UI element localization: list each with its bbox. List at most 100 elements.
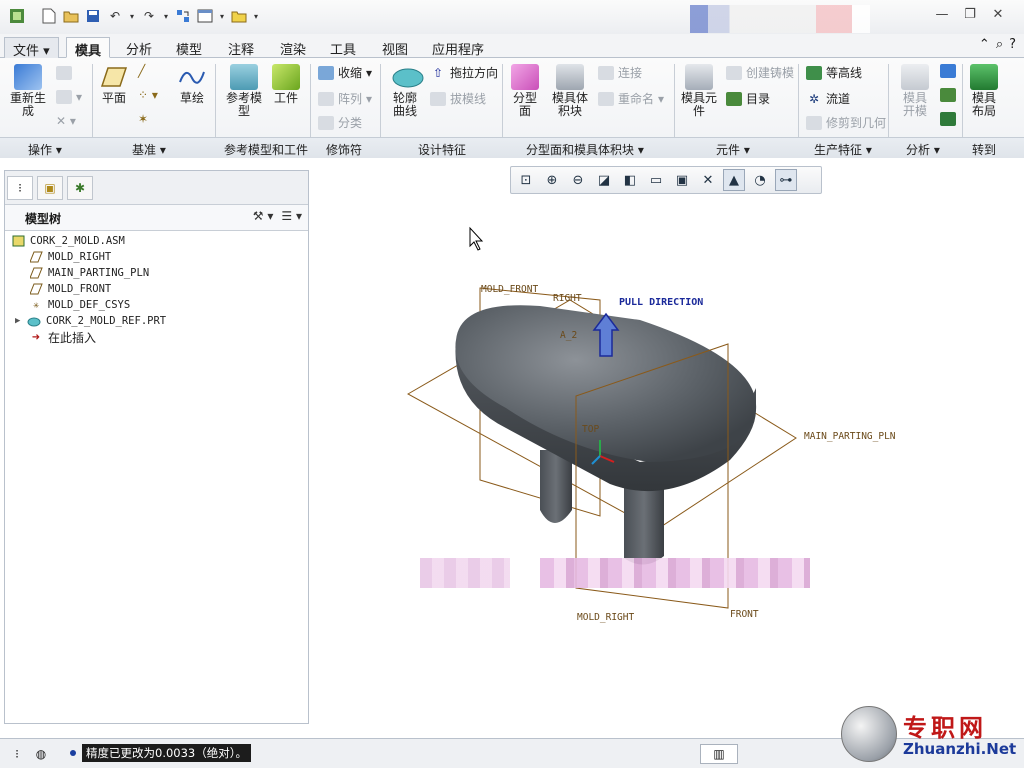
tab-mold[interactable]: 模具: [66, 37, 111, 59]
sketch-button[interactable]: 草绘: [176, 64, 208, 105]
paste-icon[interactable]: ▾: [56, 90, 82, 104]
window-icon[interactable]: [196, 7, 214, 25]
more-icon[interactable]: ▾: [252, 7, 260, 25]
group-operations[interactable]: 操作 ▾: [28, 141, 62, 158]
waterline-button[interactable]: 等高线: [806, 64, 862, 81]
tab-render[interactable]: 渲染: [272, 37, 314, 58]
redo-dropdown-icon[interactable]: ▾: [162, 7, 170, 25]
axis-icon[interactable]: ╱: [138, 64, 145, 78]
mold-open-label: 模具 开模: [902, 91, 927, 118]
tab-view[interactable]: 视图: [374, 37, 416, 58]
label-a2: A_2: [560, 330, 577, 341]
group-datum[interactable]: 基准 ▾: [132, 141, 166, 158]
shrink-icon: [318, 65, 334, 80]
parting-surface-label: 分型 面: [512, 91, 537, 118]
tree-item-mold-def-csys[interactable]: ✳ MOLD_DEF_CSYS: [29, 297, 130, 313]
sketch-icon: [178, 64, 206, 90]
model-tree-tab[interactable]: ⁝: [7, 176, 33, 200]
parting-surface-button[interactable]: 分型 面: [508, 64, 542, 118]
group-production[interactable]: 生产特征 ▾: [814, 141, 872, 158]
group-operations-label: 操作: [28, 143, 53, 157]
pull-direction-button[interactable]: ⇧ 拖拉方向: [430, 64, 498, 81]
pattern-button[interactable]: 阵列 ▾: [318, 90, 372, 107]
draft-check-icon[interactable]: [940, 64, 956, 78]
connect-button[interactable]: 连接: [598, 64, 642, 81]
group-components[interactable]: 元件 ▾: [716, 141, 750, 158]
regenerate-icon[interactable]: [174, 7, 192, 25]
classify-icon: [318, 115, 334, 130]
mold-open-button[interactable]: 模具 开模: [898, 64, 932, 118]
app-icon[interactable]: [8, 7, 26, 25]
draft-line-button[interactable]: 拔模线: [430, 90, 486, 107]
delete-icon[interactable]: ✕ ▾: [56, 114, 76, 128]
maximize-icon[interactable]: ❐: [956, 7, 984, 22]
group-parting[interactable]: 分型面和模具体积块 ▾: [526, 141, 644, 158]
regenerate-button[interactable]: 重新生 成: [8, 64, 48, 118]
tab-model[interactable]: 模型: [168, 37, 210, 58]
tab-applications[interactable]: 应用程序: [424, 37, 492, 58]
classify-button[interactable]: 分类: [318, 114, 362, 131]
projected-area-icon[interactable]: [940, 112, 956, 126]
trim-to-geometry-button[interactable]: 修剪到几何: [806, 114, 886, 131]
status-message: 精度已更改为0.0033（绝对）。: [70, 743, 251, 763]
settings-icon[interactable]: ⚒ ▾: [253, 209, 274, 223]
info-bullet-icon: [70, 750, 76, 756]
silhouette-curve-button[interactable]: 轮廓 曲线: [386, 64, 424, 118]
folder-icon[interactable]: [230, 7, 248, 25]
reference-model-button[interactable]: 参考模 型: [222, 64, 266, 118]
favorites-tab[interactable]: ✱: [67, 176, 93, 200]
folder-icon: ▣: [44, 181, 56, 195]
workpiece-button[interactable]: 工件: [270, 64, 302, 105]
show-icon[interactable]: ☰ ▾: [281, 209, 302, 223]
tab-file[interactable]: 文件 ▾: [4, 37, 59, 59]
selection-filter-button[interactable]: ▥: [700, 744, 738, 764]
rename-button[interactable]: 重命名 ▾: [598, 90, 664, 107]
mold-component-button[interactable]: 模具元 件: [678, 64, 720, 118]
mold-open-icon: [901, 64, 929, 90]
point-icon[interactable]: ⁘ ▾: [138, 88, 158, 102]
collapse-ribbon-icon[interactable]: ⌃: [979, 37, 990, 52]
tab-annotate[interactable]: 注释: [220, 37, 262, 58]
undo-icon[interactable]: ↶: [106, 7, 124, 25]
tree-item-insert-here[interactable]: ➜ 在此插入: [29, 329, 96, 345]
create-casting-button[interactable]: 创建铸模: [726, 64, 794, 81]
help-icon[interactable]: ?: [1009, 37, 1016, 52]
plane-button[interactable]: 平面: [98, 64, 130, 105]
tree-item-assembly[interactable]: CORK_2_MOLD.ASM: [11, 233, 125, 249]
tab-tools[interactable]: 工具: [322, 37, 364, 58]
window-dropdown-icon[interactable]: ▾: [218, 7, 226, 25]
tree-item-mold-front[interactable]: MOLD_FRONT: [29, 281, 111, 297]
catalog-button[interactable]: 目录: [726, 90, 770, 107]
thickness-icon[interactable]: [940, 88, 956, 102]
tree-toggle-icon[interactable]: ⁝: [8, 745, 26, 763]
regenerate-label: 重新生 成: [9, 91, 46, 118]
csys-icon[interactable]: ✶: [138, 112, 148, 126]
copy-icon[interactable]: [56, 66, 72, 80]
redo-icon[interactable]: ↷: [140, 7, 158, 25]
search-icon[interactable]: ⌕: [996, 37, 1003, 52]
undo-dropdown-icon[interactable]: ▾: [128, 7, 136, 25]
browser-toggle-icon[interactable]: ◍: [32, 745, 50, 763]
expand-icon[interactable]: ▶: [15, 316, 27, 326]
mold-volume-button[interactable]: 模具体 积块: [548, 64, 592, 118]
shrink-button[interactable]: 收缩 ▾: [318, 64, 372, 81]
group-analysis[interactable]: 分析 ▾: [906, 141, 940, 158]
folder-browser-tab[interactable]: ▣: [37, 176, 63, 200]
open-icon[interactable]: [62, 7, 80, 25]
group-analysis-label: 分析: [906, 143, 931, 157]
group-cosmetic: 修饰符: [326, 143, 363, 157]
tree-item-main-parting-pln[interactable]: MAIN_PARTING_PLN: [29, 265, 149, 281]
tab-analysis[interactable]: 分析: [118, 37, 160, 58]
tree-item-mold-right[interactable]: MOLD_RIGHT: [29, 249, 111, 265]
tree-item-ref-part[interactable]: ▶ CORK_2_MOLD_REF.PRT: [15, 313, 166, 329]
trim-label: 修剪到几何: [826, 116, 887, 130]
new-icon[interactable]: [40, 7, 58, 25]
mold-layout-button[interactable]: 模具 布局: [966, 64, 1002, 118]
runner-button[interactable]: ✲ 流道: [806, 90, 850, 107]
minimize-icon[interactable]: —: [928, 7, 956, 22]
save-icon[interactable]: [84, 7, 102, 25]
graphics-area[interactable]: MOLD_FRONT RIGHT PULL DIRECTION A_2 TOP …: [310, 160, 1024, 736]
parting-surface-icon: [511, 64, 539, 90]
close-icon[interactable]: ✕: [984, 7, 1012, 22]
group-reference-model: 参考模型和工件: [224, 143, 309, 157]
